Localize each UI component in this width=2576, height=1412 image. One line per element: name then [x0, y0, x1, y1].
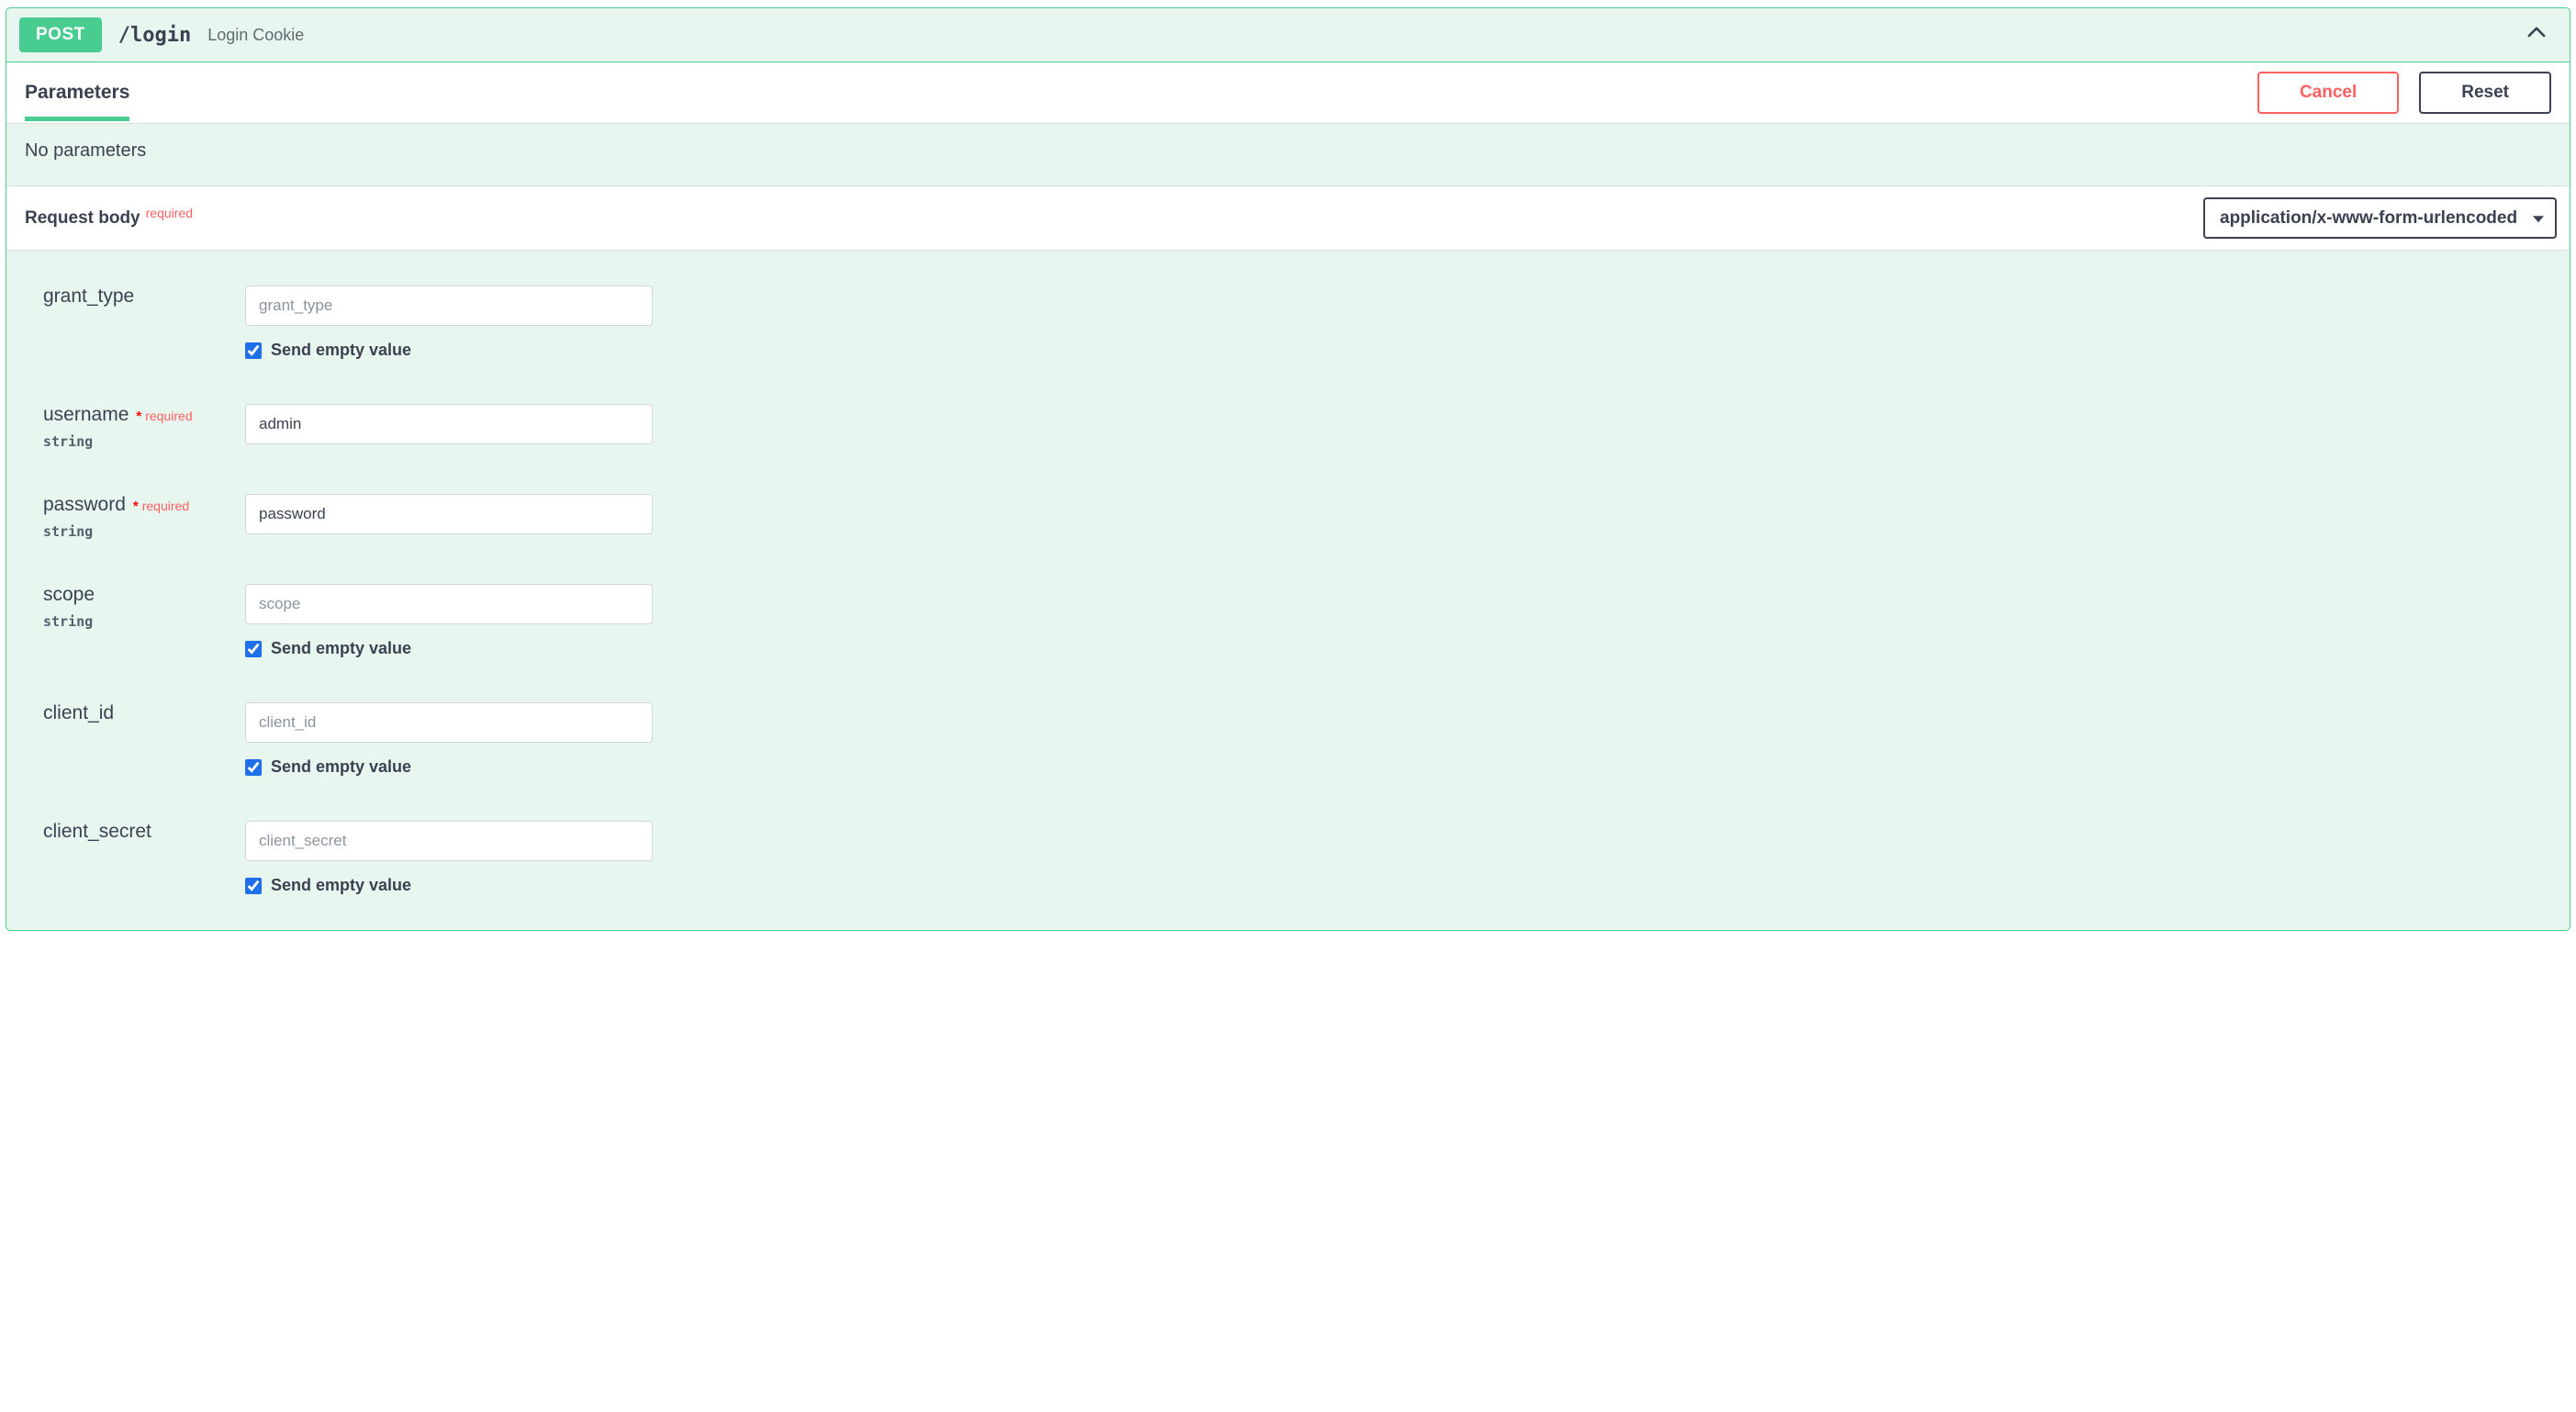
- client-id-input[interactable]: [245, 702, 653, 743]
- client-secret-input[interactable]: [245, 821, 653, 861]
- scope-send-empty-checkbox[interactable]: [245, 641, 262, 657]
- required-star-icon: *: [136, 409, 141, 424]
- param-row-grant-type: grant_type Send empty value: [43, 286, 2533, 360]
- param-name: grant_type: [43, 286, 134, 308]
- param-row-client-id: client_id Send empty value: [43, 702, 2533, 777]
- tab-parameters[interactable]: Parameters: [25, 65, 129, 121]
- param-name: scope: [43, 584, 95, 606]
- param-type: string: [43, 523, 245, 540]
- scope-input[interactable]: [245, 584, 653, 624]
- operation-path: /login: [118, 24, 191, 47]
- param-row-scope: scope string Send empty value: [43, 584, 2533, 658]
- grant-type-input[interactable]: [245, 286, 653, 326]
- send-empty-label: Send empty value: [271, 341, 411, 360]
- request-body-header: Request body required application/x-www-…: [6, 185, 2570, 251]
- param-type: string: [43, 433, 245, 450]
- send-empty-label: Send empty value: [271, 757, 411, 777]
- operation-description: Login Cookie: [207, 26, 304, 45]
- cancel-button[interactable]: Cancel: [2257, 72, 2399, 114]
- http-method-badge: POST: [19, 17, 102, 52]
- client-id-send-empty-checkbox[interactable]: [245, 759, 262, 776]
- client-secret-send-empty-checkbox[interactable]: [245, 878, 262, 894]
- request-body-required-tag: required: [146, 206, 193, 220]
- param-type: string: [43, 613, 245, 630]
- content-type-select[interactable]: application/x-www-form-urlencoded: [2203, 197, 2557, 239]
- required-text: required: [145, 409, 192, 423]
- required-star-icon: *: [133, 499, 139, 514]
- required-text: required: [142, 499, 189, 513]
- param-row-username: username * required string: [43, 404, 2533, 450]
- reset-button[interactable]: Reset: [2419, 72, 2551, 114]
- password-input[interactable]: [245, 494, 653, 534]
- no-parameters-text: No parameters: [6, 124, 2570, 185]
- parameters-tab-bar: Parameters Cancel Reset: [6, 62, 2570, 124]
- param-row-client-secret: client_secret Send empty value: [43, 821, 2533, 895]
- request-body-params: grant_type Send empty value username * r…: [6, 251, 2570, 930]
- param-name: username: [43, 404, 129, 426]
- chevron-up-icon[interactable]: [2524, 20, 2549, 50]
- param-name: client_secret: [43, 821, 151, 843]
- param-name: password: [43, 494, 126, 516]
- param-row-password: password * required string: [43, 494, 2533, 540]
- grant-type-send-empty-checkbox[interactable]: [245, 342, 262, 359]
- send-empty-label: Send empty value: [271, 639, 411, 658]
- operation-summary-row[interactable]: POST /login Login Cookie: [6, 8, 2570, 62]
- operation-block: POST /login Login Cookie Parameters Canc…: [6, 7, 2570, 931]
- send-empty-label: Send empty value: [271, 876, 411, 895]
- username-input[interactable]: [245, 404, 653, 444]
- param-name: client_id: [43, 702, 114, 724]
- request-body-title: Request body: [25, 208, 140, 229]
